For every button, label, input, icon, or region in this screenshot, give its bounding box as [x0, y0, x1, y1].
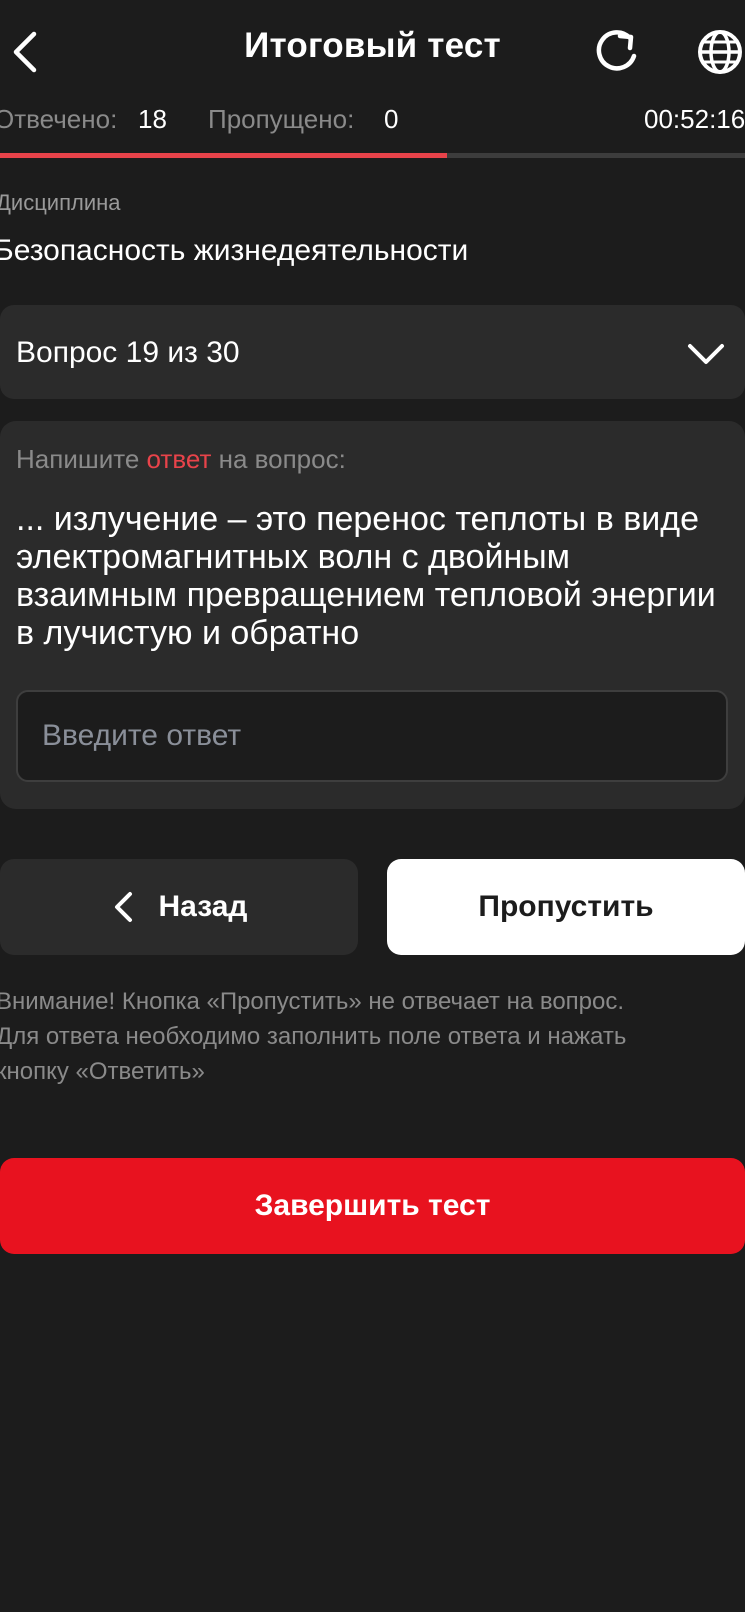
finish-test-button[interactable]: Завершить тест [0, 1158, 745, 1254]
prompt-accent: ответ [146, 444, 212, 474]
progress-fill [0, 153, 447, 158]
skip-button[interactable]: Пропустить [387, 859, 745, 955]
chevron-left-icon [111, 890, 137, 924]
back-button-label: Назад [158, 890, 248, 923]
answered-label: Отвечено: [0, 104, 118, 134]
timer: 00:52:16 [644, 104, 745, 134]
discipline-label: Дисциплина [0, 190, 121, 215]
back-button[interactable]: Назад [0, 859, 358, 955]
question-text: ... излучение – это перенос теплоты в ви… [16, 500, 716, 652]
prompt-text: Напишите [16, 444, 147, 474]
prompt-text-end: на вопрос: [211, 444, 346, 474]
question-prompt: Напишите ответ на вопрос: [16, 444, 346, 475]
answer-input[interactable] [16, 690, 728, 782]
progress-bar [0, 153, 745, 158]
question-selector-label: Вопрос 19 из 30 [16, 336, 240, 369]
globe-icon[interactable] [694, 26, 745, 78]
discipline-name: Безопасность жизнедеятельности [0, 234, 469, 267]
chevron-down-icon[interactable] [686, 334, 726, 374]
skip-notice: Внимание! Кнопка «Пропустить» не отвечае… [0, 988, 627, 1085]
refresh-icon[interactable] [590, 26, 642, 78]
answered-count: 18 [138, 104, 167, 134]
skipped-label: Пропущено: [208, 104, 355, 134]
skipped-count: 0 [384, 104, 399, 134]
